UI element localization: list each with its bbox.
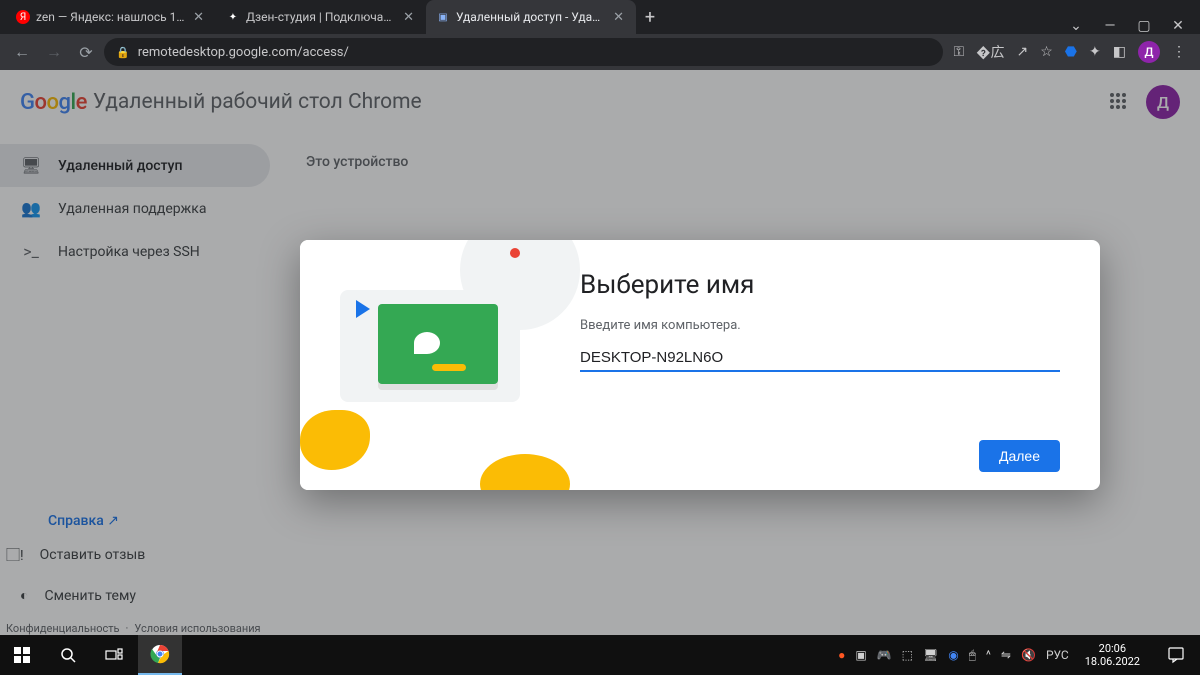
tray-icon[interactable]: ▣ <box>855 648 866 662</box>
back-button[interactable]: ← <box>8 38 36 66</box>
system-tray: ● ▣ 🎮 ⬚ 🖥 ◉ 🖱 ^ ⇋ 🔇 РУС 20:06 18.06.2022 <box>838 635 1200 675</box>
close-icon[interactable]: ✕ <box>401 10 416 25</box>
reload-button[interactable]: ⟳ <box>72 38 100 66</box>
tab-title: zen — Яндекс: нашлось 12 млн <box>36 10 185 24</box>
taskview-button[interactable] <box>92 635 136 675</box>
share-icon[interactable]: ↗ <box>1017 44 1029 60</box>
volume-icon[interactable]: 🔇 <box>1021 648 1036 662</box>
clock-time: 20:06 <box>1085 642 1140 655</box>
next-button[interactable]: Далее <box>979 440 1060 472</box>
tray-icon[interactable]: ● <box>838 648 845 662</box>
bookmark-icon[interactable]: ☆ <box>1040 44 1053 60</box>
close-icon[interactable]: ✕ <box>191 10 206 25</box>
favicon-zen: ✦ <box>226 10 240 24</box>
browser-tab-2[interactable]: ✦ Дзен-студия | Подключаемся к ✕ <box>216 0 426 34</box>
tray-icon[interactable]: ⬚ <box>902 648 913 662</box>
menu-icon[interactable]: ⋮ <box>1172 44 1186 60</box>
tray-icon[interactable]: 🖱 <box>969 648 976 663</box>
tray-icon[interactable]: 🎮 <box>877 648 892 662</box>
dialog-hint: Введите имя компьютера. <box>580 318 1060 333</box>
browser-titlebar: Я zen — Яндекс: нашлось 12 млн ✕ ✦ Дзен-… <box>0 0 1200 34</box>
url-field[interactable]: 🔒 remotedesktop.google.com/access/ <box>104 38 943 66</box>
computer-name-input[interactable] <box>580 345 1060 372</box>
page-content: Google Удаленный рабочий стол Chrome Д 🖥… <box>0 70 1200 635</box>
start-button[interactable] <box>0 635 44 675</box>
browser-tab-3[interactable]: ▣ Удаленный доступ - Удаленный ✕ <box>426 0 636 34</box>
install-icon[interactable]: �広 <box>976 42 1004 62</box>
search-button[interactable] <box>46 635 90 675</box>
new-tab-button[interactable]: + <box>636 0 664 34</box>
tab-title: Удаленный доступ - Удаленный <box>456 10 605 24</box>
clock[interactable]: 20:06 18.06.2022 <box>1079 642 1146 668</box>
address-bar: ← → ⟳ 🔒 remotedesktop.google.com/access/… <box>0 34 1200 70</box>
profile-avatar[interactable]: Д <box>1138 41 1160 63</box>
window-controls: ⌄ ― ▢ ✕ <box>1054 18 1200 34</box>
dialog-title: Выберите имя <box>580 270 1060 300</box>
puzzle-icon[interactable]: ◧ <box>1113 44 1126 60</box>
close-icon[interactable]: ✕ <box>611 10 626 25</box>
windows-taskbar: ● ▣ 🎮 ⬚ 🖥 ◉ 🖱 ^ ⇋ 🔇 РУС 20:06 18.06.2022 <box>0 635 1200 675</box>
name-computer-dialog: Выберите имя Введите имя компьютера. Дал… <box>300 240 1100 490</box>
toolbar-icons: ⚿ �広 ↗ ☆ ⬣ ✦ ◧ Д ⋮ <box>947 41 1192 63</box>
shield-icon[interactable]: ⬣ <box>1065 44 1077 60</box>
wifi-icon[interactable]: ⇋ <box>1001 648 1011 662</box>
tray-icon[interactable]: ◉ <box>948 648 958 662</box>
tab-title: Дзен-студия | Подключаемся к <box>246 10 395 24</box>
dialog-illustration <box>300 240 560 490</box>
minimize-icon[interactable]: ― <box>1102 18 1118 34</box>
chevron-down-icon[interactable]: ⌄ <box>1068 18 1084 34</box>
key-icon[interactable]: ⚿ <box>953 44 964 60</box>
browser-tab-1[interactable]: Я zen — Яндекс: нашлось 12 млн ✕ <box>6 0 216 34</box>
taskbar-chrome[interactable] <box>138 635 182 675</box>
forward-button[interactable]: → <box>40 38 68 66</box>
lock-icon: 🔒 <box>116 46 130 59</box>
favicon-yandex: Я <box>16 10 30 24</box>
tray-chevron-icon[interactable]: ^ <box>986 648 991 662</box>
extensions-icon[interactable]: ✦ <box>1089 44 1101 60</box>
close-window-icon[interactable]: ✕ <box>1170 18 1186 34</box>
favicon-remotedesktop: ▣ <box>436 10 450 24</box>
notifications-button[interactable] <box>1156 635 1196 675</box>
url-text: remotedesktop.google.com/access/ <box>138 45 349 60</box>
tray-icon[interactable]: 🖥 <box>923 648 938 662</box>
lang-indicator[interactable]: РУС <box>1046 648 1069 662</box>
tab-strip: Я zen — Яндекс: нашлось 12 млн ✕ ✦ Дзен-… <box>0 0 1054 34</box>
maximize-icon[interactable]: ▢ <box>1136 18 1152 34</box>
clock-date: 18.06.2022 <box>1085 655 1140 668</box>
